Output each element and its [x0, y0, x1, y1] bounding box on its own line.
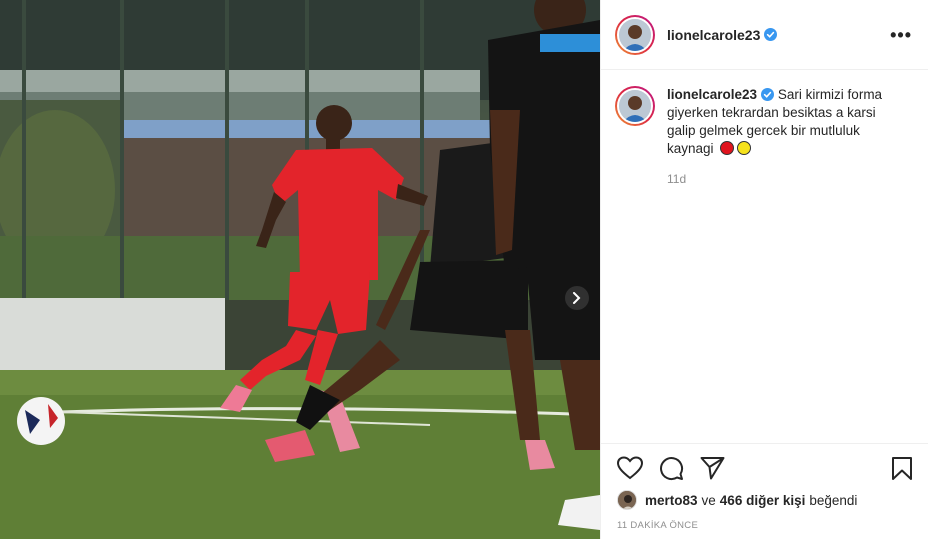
- caption-author-avatar[interactable]: [615, 86, 655, 126]
- post-side-panel: lionelcarole23 ••• lionelcarole23 Sari k…: [600, 0, 928, 539]
- heart-icon: [617, 456, 643, 480]
- profile-photo-icon: [619, 18, 651, 51]
- next-photo-button[interactable]: [565, 286, 589, 310]
- football-scene-image: [0, 0, 600, 539]
- post-actions-section: merto83 ve 466 diğer kişi beğendi 11 DAK…: [601, 443, 928, 531]
- action-bar: [617, 454, 913, 482]
- liker-username[interactable]: merto83: [645, 493, 698, 508]
- bookmark-icon: [892, 456, 912, 480]
- save-button[interactable]: [891, 456, 913, 481]
- share-icon: [700, 457, 725, 480]
- post-time[interactable]: 11 DAKİKA ÖNCE: [617, 520, 913, 531]
- instagram-post: lionelcarole23 ••• lionelcarole23 Sari k…: [0, 0, 928, 539]
- liker-avatar[interactable]: [617, 490, 637, 510]
- more-options-icon[interactable]: •••: [890, 26, 912, 44]
- chevron-right-icon: [573, 292, 581, 304]
- author-avatar[interactable]: [615, 14, 655, 55]
- yellow-circle-emoji-icon: [737, 141, 752, 155]
- likes-count-link[interactable]: 466 diğer kişi: [720, 493, 806, 508]
- likes-summary: merto83 ve 466 diğer kişi beğendi: [617, 490, 913, 510]
- likes-suffix: beğendi: [809, 492, 858, 508]
- verified-badge-icon: [764, 28, 778, 41]
- profile-photo-icon: [618, 491, 636, 509]
- like-button[interactable]: [617, 456, 643, 480]
- comment-icon: [660, 456, 684, 480]
- likes-joiner: ve: [701, 492, 716, 508]
- comment-button[interactable]: [659, 456, 684, 481]
- share-button[interactable]: [700, 456, 725, 480]
- red-circle-emoji-icon: [720, 141, 735, 155]
- post-header: lionelcarole23 •••: [601, 0, 928, 70]
- caption-username[interactable]: lionelcarole23: [667, 87, 757, 102]
- post-photo[interactable]: [0, 0, 600, 539]
- verified-badge-icon: [761, 88, 775, 101]
- caption-text: lionelcarole23 Sari kirmizi forma giyerk…: [667, 86, 907, 158]
- author-username[interactable]: lionelcarole23: [667, 27, 760, 43]
- profile-photo-icon: [619, 90, 651, 122]
- caption-timestamp[interactable]: 11d: [667, 172, 928, 186]
- caption-section: lionelcarole23 Sari kirmizi forma giyerk…: [601, 70, 928, 158]
